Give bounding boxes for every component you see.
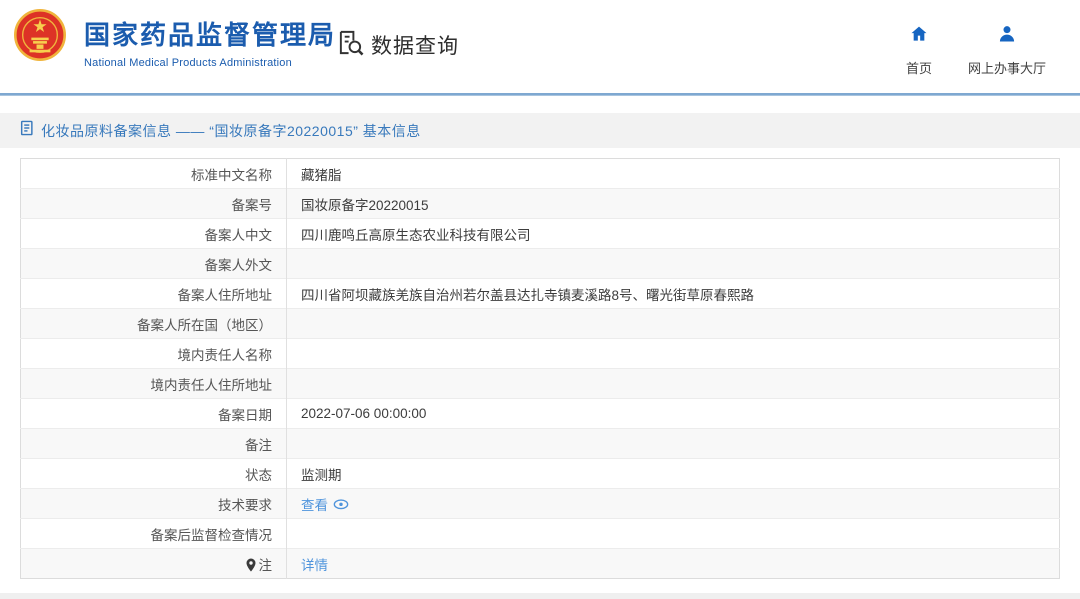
row-label: 状态 <box>21 459 287 489</box>
nav-online-service-hall[interactable]: 网上办事大厅 <box>968 24 1046 77</box>
row-value: 查看 <box>287 489 1060 519</box>
row-label: 备案人外文 <box>21 249 287 279</box>
page-title-bar: 化妆品原料备案信息 —— “国妆原备字20220015” 基本信息 <box>0 113 1080 148</box>
top-nav: 首页 网上办事大厅 <box>906 24 1046 77</box>
row-label: 备案日期 <box>21 399 287 429</box>
page-title: 化妆品原料备案信息 —— “国妆原备字20220015” 基本信息 <box>41 121 421 141</box>
row-value: 国妆原备字20220015 <box>287 189 1060 219</box>
table-row: 备案日期2022-07-06 00:00:00 <box>21 399 1060 429</box>
table-row: 境内责任人名称 <box>21 339 1060 369</box>
row-value: 2022-07-06 00:00:00 <box>287 399 1060 429</box>
row-label: 注 <box>21 549 287 579</box>
view-link[interactable]: 查看 <box>301 494 349 514</box>
row-value <box>287 429 1060 459</box>
home-icon <box>909 24 929 49</box>
row-value: 藏猪脂 <box>287 159 1060 189</box>
info-table-wrap: 标准中文名称藏猪脂备案号国妆原备字20220015备案人中文四川鹿鸣丘高原生态农… <box>20 158 1060 579</box>
pin-icon <box>245 558 257 572</box>
table-row: 注详情 <box>21 549 1060 579</box>
table-row: 备案人住所地址四川省阿坝藏族羌族自治州若尔盖县达扎寺镇麦溪路8号、曙光街草原春熙… <box>21 279 1060 309</box>
row-value <box>287 339 1060 369</box>
table-row: 备案后监督检查情况 <box>21 519 1060 549</box>
data-query-title[interactable]: 数据查询 <box>337 29 459 61</box>
document-icon <box>20 120 41 141</box>
row-label: 境内责任人住所地址 <box>21 369 287 399</box>
details-link[interactable]: 详情 <box>301 554 328 574</box>
user-icon <box>997 24 1017 49</box>
table-row: 状态监测期 <box>21 459 1060 489</box>
row-label: 标准中文名称 <box>21 159 287 189</box>
table-row: 标准中文名称藏猪脂 <box>21 159 1060 189</box>
row-value: 详情 <box>287 549 1060 579</box>
nav-label: 网上办事大厅 <box>968 58 1046 77</box>
row-value <box>287 249 1060 279</box>
table-row: 备案人所在国（地区） <box>21 309 1060 339</box>
row-value: 四川鹿鸣丘高原生态农业科技有限公司 <box>287 219 1060 249</box>
table-row: 备注 <box>21 429 1060 459</box>
nav-label: 首页 <box>906 58 932 77</box>
row-label: 备案人住所地址 <box>21 279 287 309</box>
nmpa-logo[interactable]: 国家药品监督管理局 National Medical Products Admi… <box>14 9 336 69</box>
header-divider <box>0 93 1080 96</box>
row-label: 备案人所在国（地区） <box>21 309 287 339</box>
row-label: 备注 <box>21 429 287 459</box>
table-row: 备案人中文四川鹿鸣丘高原生态农业科技有限公司 <box>21 219 1060 249</box>
org-names: 国家药品监督管理局 National Medical Products Admi… <box>84 9 336 69</box>
org-name-en: National Medical Products Administration <box>84 57 336 69</box>
info-table: 标准中文名称藏猪脂备案号国妆原备字20220015备案人中文四川鹿鸣丘高原生态农… <box>20 158 1060 579</box>
data-query-label: 数据查询 <box>371 30 459 60</box>
national-emblem-icon <box>14 9 66 61</box>
row-value: 四川省阿坝藏族羌族自治州若尔盖县达扎寺镇麦溪路8号、曙光街草原春熙路 <box>287 279 1060 309</box>
row-value <box>287 369 1060 399</box>
eye-icon <box>333 498 349 510</box>
row-value <box>287 519 1060 549</box>
header: 国家药品监督管理局 National Medical Products Admi… <box>0 0 1080 93</box>
row-label: 境内责任人名称 <box>21 339 287 369</box>
row-label: 备案后监督检查情况 <box>21 519 287 549</box>
table-row: 备案号国妆原备字20220015 <box>21 189 1060 219</box>
row-label: 备案人中文 <box>21 219 287 249</box>
nav-home[interactable]: 首页 <box>906 24 932 77</box>
table-row: 技术要求查看 <box>21 489 1060 519</box>
page: 国家药品监督管理局 National Medical Products Admi… <box>0 0 1080 599</box>
table-row: 备案人外文 <box>21 249 1060 279</box>
search-document-icon <box>337 29 371 61</box>
footer-strip <box>0 593 1080 599</box>
row-label: 技术要求 <box>21 489 287 519</box>
table-row: 境内责任人住所地址 <box>21 369 1060 399</box>
row-label: 备案号 <box>21 189 287 219</box>
row-value <box>287 309 1060 339</box>
row-value: 监测期 <box>287 459 1060 489</box>
org-name-zh: 国家药品监督管理局 <box>84 15 336 52</box>
